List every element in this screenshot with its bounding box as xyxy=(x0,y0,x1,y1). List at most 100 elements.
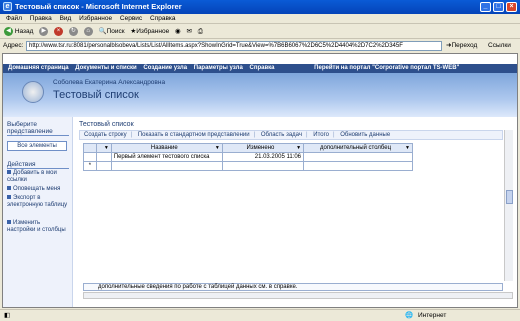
grid-cell[interactable] xyxy=(303,161,413,171)
dropdown-icon: ▼ xyxy=(296,145,302,151)
search-icon: 🔍 xyxy=(98,28,107,35)
toolbar-separator: | xyxy=(130,132,133,138)
media-button[interactable]: ◉ xyxy=(175,25,181,39)
add-to-links-link[interactable]: Добавить в мои ссылки xyxy=(7,170,70,184)
menu-tools[interactable]: Сервис xyxy=(120,15,142,22)
media-icon: ◉ xyxy=(175,28,181,35)
scrollbar-thumb[interactable] xyxy=(506,190,513,204)
new-row-button[interactable]: Создать строку xyxy=(84,132,127,138)
links-button[interactable]: Ссылки xyxy=(488,40,511,52)
address-label: Адрес: xyxy=(3,42,24,49)
sidebar: Выберите представление Все элементы Дейс… xyxy=(3,117,73,307)
menu-bar: Файл Правка Вид Избранное Сервис Справка xyxy=(0,14,520,24)
bullet-icon xyxy=(7,186,11,191)
forward-button[interactable]: ▶ xyxy=(39,25,49,39)
internet-zone-icon: 🌐 xyxy=(405,312,414,319)
browser-toolbar: ◀ Назад ▶ × ↻ ⌂ 🔍Поиск ★Избранное ◉ ✉ ⎙ xyxy=(0,25,520,39)
datasheet-status: дополнительные сведения по работе с табл… xyxy=(83,283,503,291)
column-header-title[interactable]: Название ▼ xyxy=(110,143,223,153)
address-input[interactable]: http://www.tsr.ru:8081/personalblsobeva/… xyxy=(26,41,442,51)
standard-view-button[interactable]: Показать в стандартном представлении xyxy=(138,132,250,138)
grid-cell[interactable] xyxy=(95,161,112,171)
bullet-icon xyxy=(7,170,11,175)
menu-file[interactable]: Файл xyxy=(6,15,22,22)
back-arrow-icon: ◀ xyxy=(4,26,13,36)
top-navigation: Домашняя страница Документы и списки Соз… xyxy=(3,64,517,73)
row-selector-header xyxy=(83,143,97,153)
ie-logo-icon: e xyxy=(3,2,12,11)
dropdown-icon: ▼ xyxy=(214,145,220,151)
status-bar: ◧ 🌐 Интернет xyxy=(0,309,520,321)
new-row[interactable]: * xyxy=(83,161,413,171)
grid-cell[interactable] xyxy=(95,152,112,162)
menu-edit[interactable]: Правка xyxy=(30,15,52,22)
task-pane-button[interactable]: Область задач xyxy=(261,132,302,138)
toolbar-separator: | xyxy=(306,132,308,138)
datasheet-grid: ▼ Название ▼ Изменено ▼ дополнительный сто… xyxy=(83,143,413,171)
address-bar: Адрес: http://www.tsr.ru:8081/personalbl… xyxy=(0,40,520,52)
mail-button[interactable]: ✉ xyxy=(187,25,192,39)
row-selector[interactable] xyxy=(83,152,97,162)
forward-arrow-icon: ▶ xyxy=(39,26,49,36)
site-header: Соболева Екатерина Александровна Тестовы… xyxy=(3,73,517,117)
refresh-data-button[interactable]: Обновить данные xyxy=(340,132,390,138)
nav-portal[interactable]: Перейти на портал "Corporative портал TS… xyxy=(314,65,459,71)
nav-documents[interactable]: Документы и списки xyxy=(75,65,136,71)
refresh-icon: ↻ xyxy=(68,26,78,36)
maximize-button[interactable]: □ xyxy=(493,2,504,12)
nav-home[interactable]: Домашняя страница xyxy=(8,65,69,71)
toolbar-separator: | xyxy=(253,132,256,138)
site-logo-icon xyxy=(22,81,44,103)
export-link[interactable]: Экспорт в электронную таблицу xyxy=(7,195,70,209)
stop-button[interactable]: × xyxy=(54,25,64,39)
minimize-button[interactable]: _ xyxy=(480,2,491,12)
grid-cell-title[interactable]: Первый элемент тестового списка xyxy=(110,152,223,162)
page-title: Тестовый список xyxy=(53,89,139,101)
actions-heading: Действия xyxy=(7,161,69,169)
nav-create[interactable]: Создание узла xyxy=(143,65,187,71)
title-bar: e Тестовый список - Microsoft Internet Ex… xyxy=(0,0,520,14)
grid-header-row: ▼ Название ▼ Изменено ▼ дополнительный сто… xyxy=(83,143,413,153)
attachment-column-header[interactable]: ▼ xyxy=(95,143,112,153)
print-button[interactable]: ⎙ xyxy=(198,25,203,39)
menu-favorites[interactable]: Избранное xyxy=(79,15,112,22)
column-header-modified[interactable]: Изменено ▼ xyxy=(221,143,305,153)
go-button[interactable]: ➜Переход xyxy=(446,40,477,52)
search-button[interactable]: 🔍Поиск xyxy=(99,25,125,39)
favorites-button[interactable]: ★Избранное xyxy=(130,25,169,39)
nav-help[interactable]: Справка xyxy=(250,65,275,71)
alert-me-link[interactable]: Оповещать меня xyxy=(7,186,70,193)
menu-help[interactable]: Справка xyxy=(150,15,176,22)
page-frame: Домашняя страница Документы и списки Соз… xyxy=(2,53,518,308)
close-button[interactable]: × xyxy=(506,2,517,12)
nav-site-settings[interactable]: Параметры узла xyxy=(194,65,243,71)
mail-icon: ✉ xyxy=(186,28,192,35)
list-label: Тестовый список xyxy=(79,121,134,128)
home-button[interactable]: ⌂ xyxy=(83,25,93,39)
menu-view[interactable]: Вид xyxy=(60,15,72,22)
print-icon: ⎙ xyxy=(197,28,203,35)
modify-settings-link[interactable]: Изменить настройки и столбцы xyxy=(7,220,70,234)
refresh-button[interactable]: ↻ xyxy=(68,25,78,39)
dropdown-icon: ▼ xyxy=(405,145,410,151)
totals-button[interactable]: Итого xyxy=(313,132,329,138)
grid-cell[interactable] xyxy=(221,161,305,171)
column-header-extra[interactable]: дополнительный столбец ▼ xyxy=(303,143,413,153)
window-title: Тестовый список - Microsoft Internet Exp… xyxy=(15,2,182,11)
bullet-icon xyxy=(7,195,11,200)
new-row-marker: * xyxy=(83,161,97,171)
vertical-scrollbar[interactable] xyxy=(504,130,513,281)
table-row[interactable]: Первый элемент тестового списка 21.03.20… xyxy=(83,152,413,162)
zone-label: Интернет xyxy=(418,312,447,319)
grid-cell-extra[interactable] xyxy=(303,152,413,162)
all-items-view[interactable]: Все элементы xyxy=(7,141,67,151)
stop-icon: × xyxy=(54,26,64,36)
grid-cell-modified[interactable]: 21.03.2005 11:06 xyxy=(221,152,305,162)
horizontal-scrollbar[interactable] xyxy=(83,292,513,299)
back-button[interactable]: ◀ Назад xyxy=(4,25,33,39)
dropdown-icon: ▼ xyxy=(103,145,109,151)
home-icon: ⌂ xyxy=(83,26,93,36)
select-view-heading: Выберите представление xyxy=(7,121,69,136)
bullet-icon xyxy=(7,220,11,225)
grid-cell[interactable] xyxy=(110,161,223,171)
